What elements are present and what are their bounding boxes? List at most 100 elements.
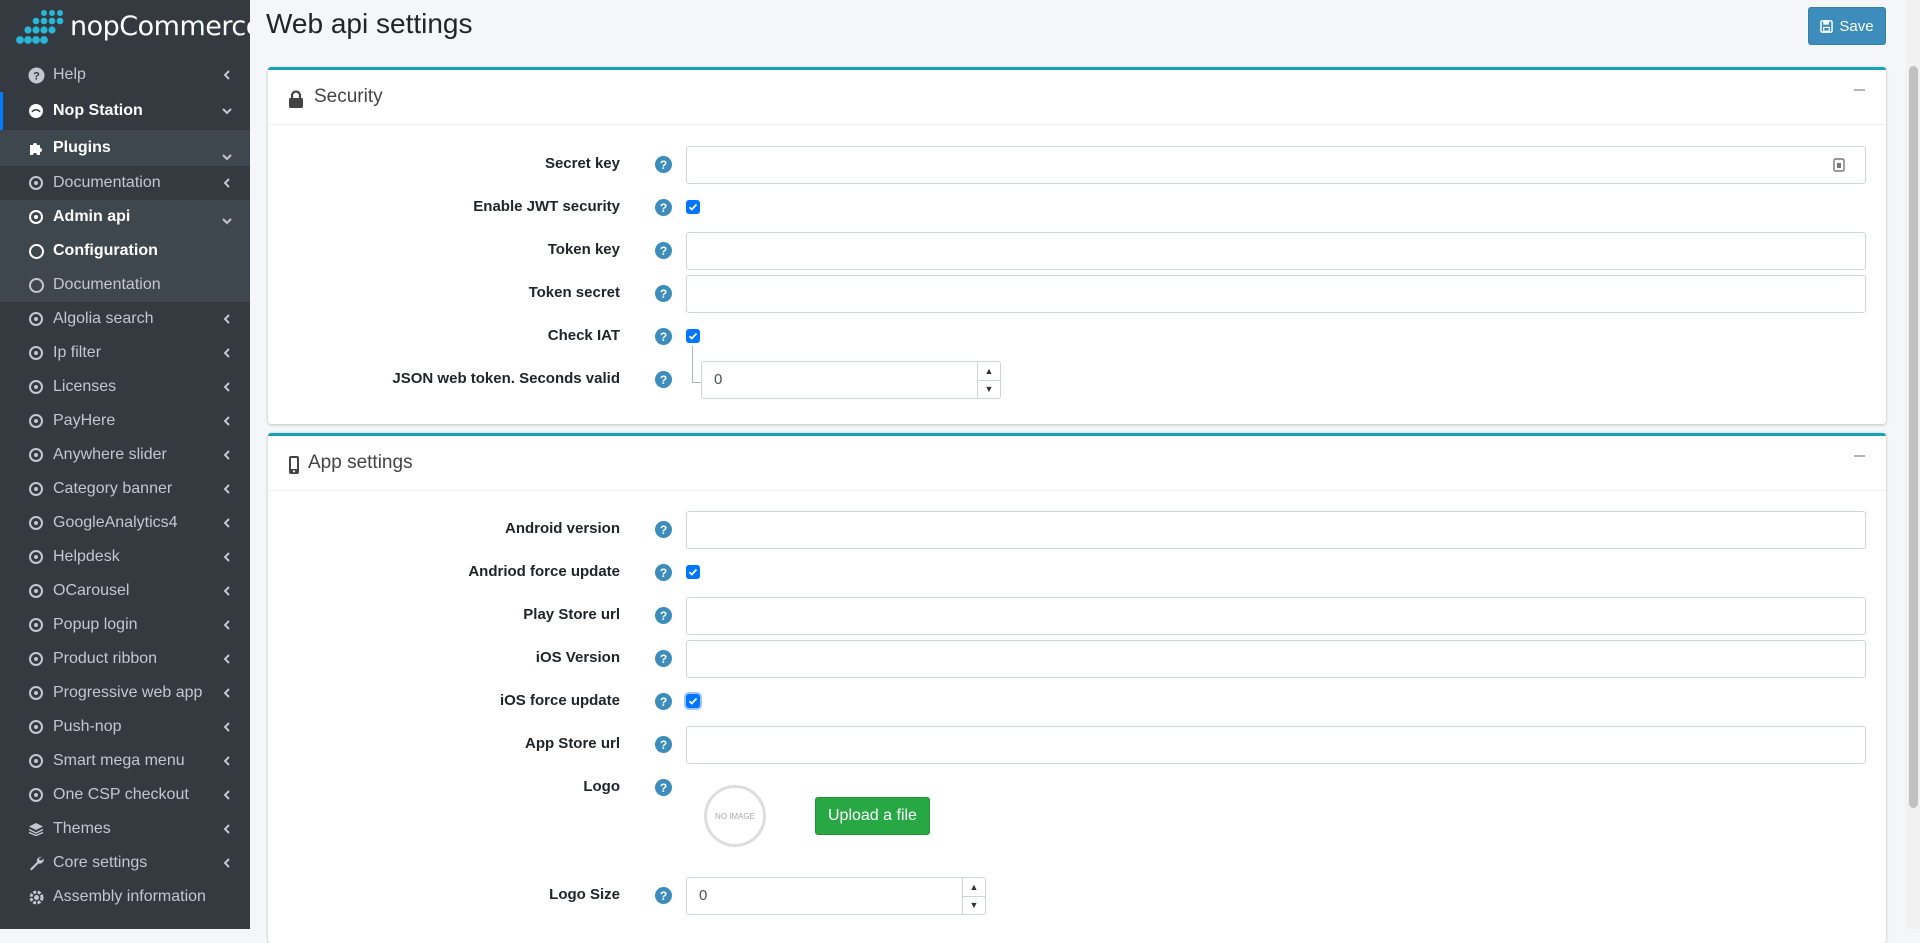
brand[interactable]: nopCommerce (0, 0, 250, 52)
upload-file-button[interactable]: Upload a file (815, 797, 930, 835)
token-secret-input[interactable] (686, 275, 1866, 313)
logo-size-row: Logo Size ? 0 ▲ ▼ (268, 877, 1886, 915)
sidebar-item-plugins[interactable]: Plugins (0, 130, 250, 166)
no-image-text: NO IMAGE (714, 811, 755, 821)
chevron-left-icon (222, 620, 232, 630)
sidebar-item-algolia-search[interactable]: Algolia search (0, 302, 250, 336)
sidebar-item-googleanalytics4[interactable]: GoogleAnalytics4 (0, 506, 250, 540)
sidebar-item-payhere[interactable]: PayHere (0, 404, 250, 438)
seconds-valid-input[interactable]: 0 ▲ ▼ (701, 361, 1001, 399)
sidebar-item-product-ribbon[interactable]: Product ribbon (0, 642, 250, 676)
sidebar-item-help[interactable]: ? Help (0, 58, 250, 92)
check-iat-checkbox[interactable] (686, 329, 700, 343)
ios-force-row: iOS force update ? (268, 683, 1886, 721)
sidebar-item-configuration[interactable]: Configuration (0, 234, 250, 268)
secret-key-help-icon[interactable]: ? (655, 156, 672, 173)
spin-down-icon[interactable]: ▼ (963, 897, 985, 915)
page-scrollbar[interactable] (1906, 0, 1920, 929)
main-content: Web api settings Save Security Secret ke… (250, 0, 1906, 943)
sidebar-item-popup-login[interactable]: Popup login (0, 608, 250, 642)
ios-force-help-icon[interactable]: ? (655, 693, 672, 710)
chevron-left-icon (222, 552, 232, 562)
sidebar-item-assembly-information[interactable]: Assembly information (0, 880, 250, 914)
brand-name: nopCommerce (70, 11, 250, 42)
save-button[interactable]: Save (1808, 7, 1886, 45)
sidebar-item-documentation[interactable]: Documentation (0, 166, 250, 200)
ios-version-label: iOS Version (535, 649, 620, 666)
sidebar-item-core-settings[interactable]: Core settings (0, 846, 250, 880)
app-store-input[interactable] (686, 726, 1866, 764)
ios-force-checkbox[interactable] (686, 694, 700, 708)
sidebar-item-push-nop[interactable]: Push-nop (0, 710, 250, 744)
dot-circle-icon (27, 582, 45, 600)
password-manager-icon[interactable] (1833, 158, 1845, 172)
sidebar-item-smart-mega-menu[interactable]: Smart mega menu (0, 744, 250, 778)
secret-key-input[interactable] (686, 146, 1866, 184)
token-secret-help-icon[interactable]: ? (655, 285, 672, 302)
sidebar-item-ip-filter[interactable]: Ip filter (0, 336, 250, 370)
sidebar-item-anywhere-slider[interactable]: Anywhere slider (0, 438, 250, 472)
sidebar-item-progressive-web-app[interactable]: Progressive web app (0, 676, 250, 710)
sidebar: Reports?HelpNop StationPluginsDocumentat… (0, 0, 250, 929)
app-settings-card-header[interactable]: App settings (268, 436, 1886, 491)
sidebar-item-themes[interactable]: Themes (0, 812, 250, 846)
mobile-phone-icon (289, 456, 299, 474)
token-key-input[interactable] (686, 232, 1866, 270)
sidebar-item-label: One CSP checkout (53, 786, 189, 803)
play-store-input[interactable] (686, 597, 1866, 635)
android-version-input[interactable] (686, 511, 1866, 549)
android-force-label: Andriod force update (468, 563, 620, 580)
logo-row: Logo ? NO IMAGE Upload a file (268, 769, 1886, 847)
android-force-help-icon[interactable]: ? (655, 564, 672, 581)
chevron-left-icon (222, 518, 232, 528)
android-force-checkbox[interactable] (686, 565, 700, 579)
enable-jwt-checkbox[interactable] (686, 200, 700, 214)
logo-preview: NO IMAGE (704, 785, 766, 847)
sidebar-item-category-banner[interactable]: Category banner (0, 472, 250, 506)
app-settings-collapse-button[interactable] (1854, 450, 1866, 462)
secret-key-row: Secret key ? (268, 146, 1886, 184)
chevron-left-icon (222, 688, 232, 698)
seconds-valid-row: JSON web token. Seconds valid ? 0 ▲ ▼ (268, 361, 1886, 399)
logo-size-help-icon[interactable]: ? (655, 887, 672, 904)
app-store-row: App Store url ? (268, 726, 1886, 764)
spin-up-icon[interactable]: ▲ (963, 878, 985, 897)
logo-size-input[interactable]: 0 ▲ ▼ (686, 877, 986, 915)
ios-version-help-icon[interactable]: ? (655, 650, 672, 667)
sidebar-item-admin-api[interactable]: Admin api (0, 200, 250, 234)
spin-down-icon[interactable]: ▼ (978, 381, 1000, 399)
app-store-help-icon[interactable]: ? (655, 736, 672, 753)
lock-icon (289, 90, 303, 108)
sidebar-item-licenses[interactable]: Licenses (0, 370, 250, 404)
android-version-help-icon[interactable]: ? (655, 521, 672, 538)
token-key-help-icon[interactable]: ? (655, 242, 672, 259)
scrollbar-thumb[interactable] (1909, 66, 1918, 808)
sidebar-item-ocarousel[interactable]: OCarousel (0, 574, 250, 608)
check-icon (688, 332, 698, 340)
sidebar-item-documentation[interactable]: Documentation (0, 268, 250, 302)
token-secret-label: Token secret (528, 284, 620, 301)
question-circle-icon: ? (27, 66, 45, 84)
spin-up-icon[interactable]: ▲ (978, 362, 1000, 381)
sidebar-item-nop-station[interactable]: Nop Station (0, 92, 250, 130)
dot-circle-icon (27, 514, 45, 532)
security-collapse-button[interactable] (1854, 84, 1866, 96)
logo-help-icon[interactable]: ? (655, 779, 672, 796)
android-force-row: Andriod force update ? (268, 554, 1886, 592)
sidebar-item-label: Admin api (53, 208, 131, 225)
logo-size-label: Logo Size (549, 886, 620, 903)
layers-icon (27, 820, 45, 838)
seconds-valid-help-icon[interactable]: ? (655, 371, 672, 388)
dot-circle-icon (27, 310, 45, 328)
sidebar-item-helpdesk[interactable]: Helpdesk (0, 540, 250, 574)
ios-version-input[interactable] (686, 640, 1866, 678)
android-version-label: Android version (504, 520, 620, 537)
seconds-valid-spinner: ▲ ▼ (977, 362, 1000, 398)
enable-jwt-help-icon[interactable]: ? (655, 199, 672, 216)
dot-circle-icon (27, 208, 45, 226)
dot-circle-icon (27, 174, 45, 192)
sidebar-item-one-csp-checkout[interactable]: One CSP checkout (0, 778, 250, 812)
security-card-header[interactable]: Security (268, 70, 1886, 125)
play-store-help-icon[interactable]: ? (655, 607, 672, 624)
check-iat-help-icon[interactable]: ? (655, 328, 672, 345)
